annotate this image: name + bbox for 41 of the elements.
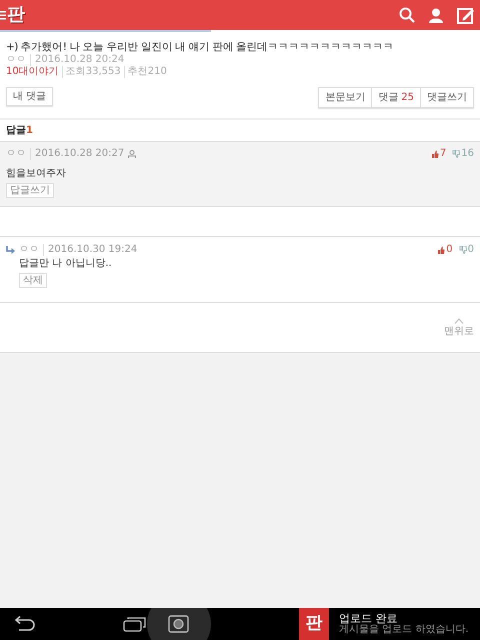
author-name: ㅇㅇ: [19, 244, 39, 256]
notification-app-icon: 판: [299, 608, 329, 640]
post-title: +) 추가했어! 나 오늘 우리반 일진이 내 얘기 판에 올린데ㅋㅋㅋㅋㅋㅋㅋㅋㅋㅋㅋㅋ: [6, 40, 395, 54]
view-count: 조회33,553: [62, 66, 121, 78]
recommend-count: 추천210: [124, 66, 167, 78]
category-link[interactable]: 10대이야기: [6, 66, 59, 78]
comment-date: 2016.10.28 20:27: [30, 148, 124, 160]
edit-icon[interactable]: [457, 6, 474, 24]
notification-title: 업로드 완료: [339, 613, 398, 624]
delete-button[interactable]: 삭제: [19, 273, 47, 288]
toolbar-button[interactable]: 본문보기: [319, 88, 372, 107]
notification-message: 게시물을 업로드 하였습니다.: [339, 624, 469, 635]
user-icon[interactable]: [428, 8, 444, 22]
toolbar-button[interactable]: 댓글쓰기: [420, 88, 473, 107]
recent-apps-icon[interactable]: [123, 616, 147, 632]
reply-button[interactable]: 답글쓰기: [6, 183, 54, 198]
search-icon[interactable]: [399, 7, 415, 23]
comment-text: 힘을보여주자: [6, 167, 67, 181]
post-date: 2016.10.28 20:24: [30, 54, 124, 66]
comment-text: 답글만 나 아닙니당..: [19, 257, 113, 271]
comments-tab[interactable]: 댓글 25: [371, 88, 420, 107]
replies-heading: 답글1: [0, 118, 480, 142]
thumbs-down-icon: [452, 150, 460, 158]
menu-icon[interactable]: [0, 10, 6, 20]
comment-date: 2016.10.30 19:24: [43, 244, 138, 256]
my-comments-button[interactable]: 내 댓글: [6, 87, 54, 106]
app-logo[interactable]: 판: [7, 6, 25, 24]
like-count: 0: [446, 244, 453, 256]
dislike-count: 0: [468, 244, 474, 256]
camera-icon[interactable]: [147, 608, 211, 640]
user-icon: [128, 150, 136, 158]
back-to-top-button[interactable]: 맨위로: [444, 318, 474, 338]
like-count: 7: [440, 148, 446, 160]
author-name: ㅇㅇ: [6, 54, 26, 66]
chevron-up-icon: [454, 318, 464, 324]
thumbs-up-icon: [437, 246, 446, 254]
author-name: ㅇㅇ: [6, 148, 26, 160]
thumbs-up-icon: [430, 150, 439, 158]
thumbs-down-icon: [458, 246, 467, 254]
reply-arrow-icon: [6, 246, 15, 254]
dislike-count: 16: [461, 148, 474, 160]
